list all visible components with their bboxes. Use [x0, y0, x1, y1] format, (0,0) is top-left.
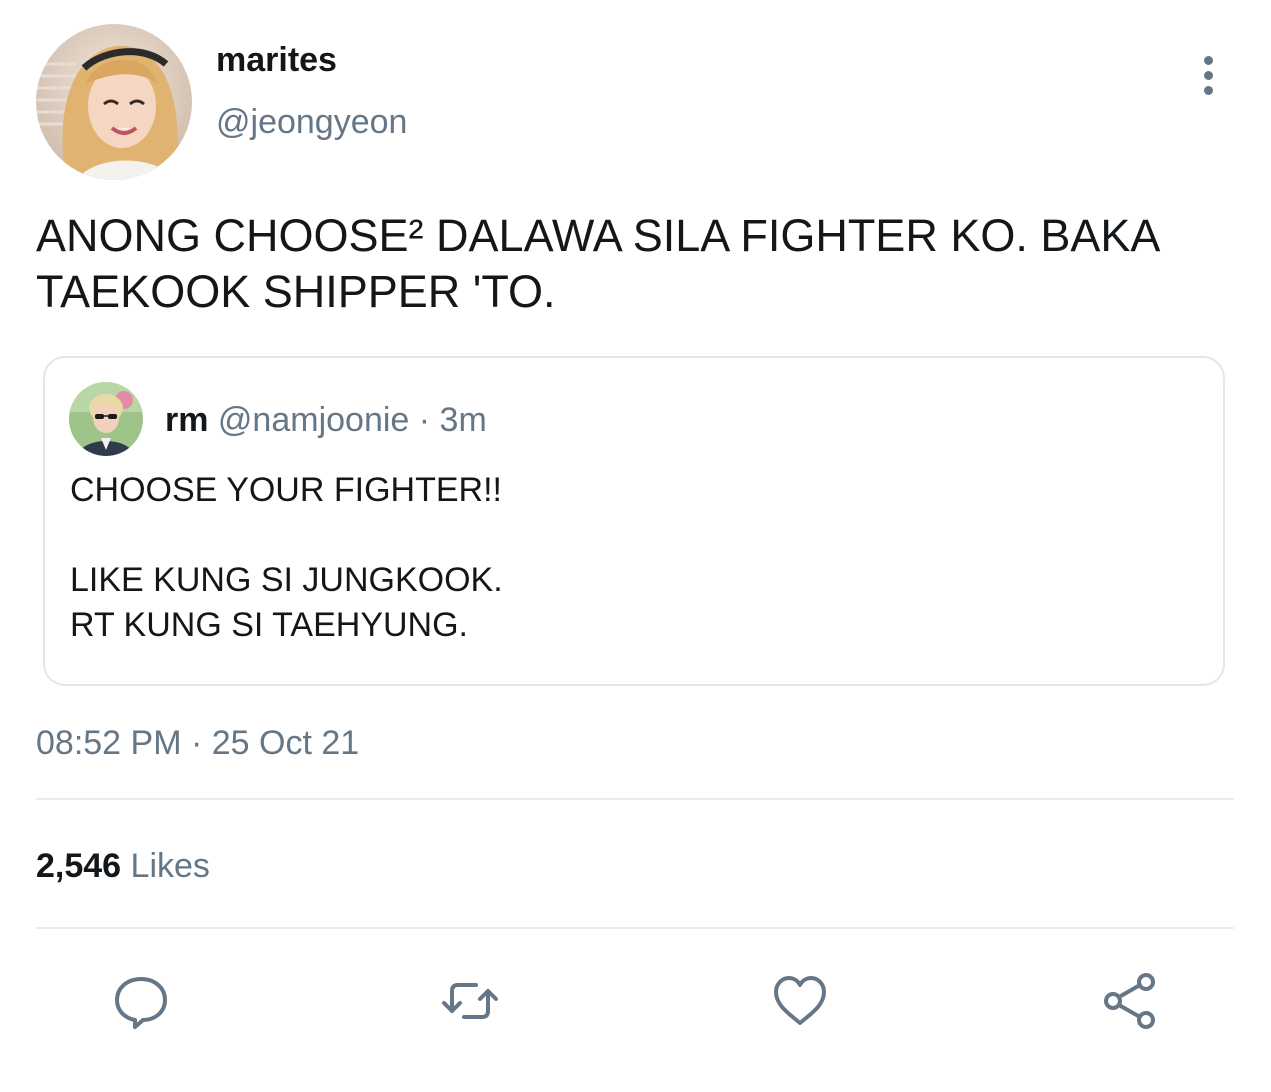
avatar-photo	[36, 24, 192, 180]
retweet-icon	[442, 983, 498, 1019]
tweet-text: ANONG CHOOSE² DALAWA SILA FIGHTER KO. BA…	[36, 210, 1161, 317]
author-avatar[interactable]	[36, 24, 192, 180]
heart-icon	[774, 976, 826, 1025]
divider	[36, 927, 1234, 929]
tweet-timestamp[interactable]: 08:52 PM · 25 Oct 21	[36, 722, 359, 764]
likes-label: Likes	[130, 847, 210, 885]
quoted-author-handle-time: @namjoonie · 3m	[217, 401, 487, 439]
more-dot-icon	[1203, 85, 1213, 95]
retweet-button[interactable]	[435, 966, 505, 1036]
more-dot-icon	[1203, 70, 1213, 80]
share-icon	[1104, 973, 1155, 1029]
more-dot-icon	[1203, 55, 1213, 65]
like-button[interactable]	[765, 966, 835, 1036]
quoted-author-name: rm	[165, 401, 209, 439]
author-handle[interactable]: @jeongyeon	[216, 102, 407, 142]
likes-count: 2,546	[36, 847, 122, 885]
more-options-button[interactable]	[1186, 50, 1230, 100]
speech-bubble-icon	[115, 977, 167, 1029]
quoted-avatar-photo	[69, 382, 143, 456]
reply-button[interactable]	[106, 966, 176, 1036]
divider	[36, 798, 1234, 800]
author-display-name[interactable]: marites	[216, 40, 337, 80]
quoted-author-avatar	[69, 382, 143, 456]
share-button[interactable]	[1095, 966, 1165, 1036]
likes-stat[interactable]: 2,546 Likes	[36, 845, 210, 887]
quoted-tweet-card[interactable]: rm @namjoonie · 3m CHOOSE YOUR FIGHTER!!…	[43, 356, 1225, 686]
quoted-tweet-text: CHOOSE YOUR FIGHTER!! LIKE KUNG SI JUNGK…	[70, 471, 503, 644]
quoted-tweet-header: rm @namjoonie · 3m	[165, 400, 487, 440]
